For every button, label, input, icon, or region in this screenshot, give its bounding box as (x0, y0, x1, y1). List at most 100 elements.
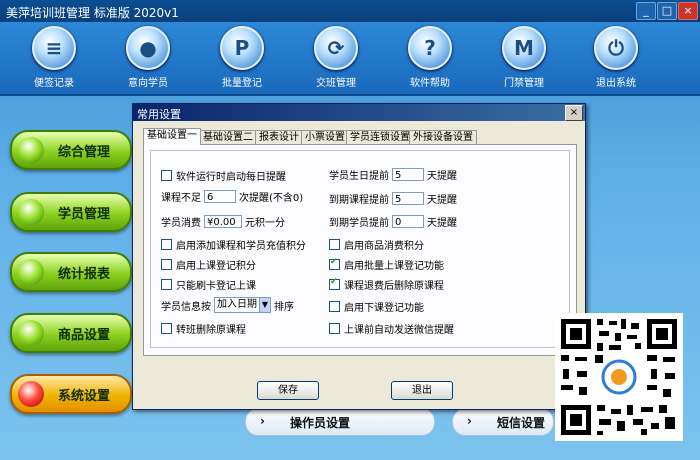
tool-note[interactable]: ≡ 便签记录 (18, 26, 90, 89)
end-class-option[interactable]: 启用下课登记功能 (329, 299, 424, 314)
option-label: 只能刷卡登记上课 (176, 281, 256, 292)
sms-settings-card[interactable]: › 短信设置 (452, 408, 554, 436)
tool-help[interactable]: ? 软件帮助 (394, 26, 466, 89)
tool-label: 门禁管理 (504, 78, 544, 89)
tool-label: 意向学员 (128, 78, 168, 89)
sort-suffix: 排序 (274, 301, 294, 313)
wechat-option[interactable]: 上课前自动发送微信提醒 (329, 321, 454, 336)
sort-select[interactable]: 加入日期 ▼ (214, 297, 271, 313)
checkbox[interactable] (329, 239, 340, 250)
checkbox-checked[interactable] (329, 257, 340, 270)
class-points-option[interactable]: 启用上课登记积分 (161, 257, 256, 272)
green-dot-icon (18, 259, 44, 285)
dialog-title-bar: 常用设置 × (133, 104, 585, 121)
restore-button[interactable]: □ (657, 2, 677, 20)
sidebar-item-label: 系统设置 (58, 389, 111, 404)
tool-label: 批量登记 (222, 78, 262, 89)
startup-remind-option[interactable]: 软件运行时启动每日提醒 (161, 168, 286, 183)
sidebar-item-system[interactable]: 系统设置 (10, 374, 132, 414)
birthday-prefix: 学员生日提前 (329, 171, 389, 182)
close-button[interactable]: × (678, 2, 698, 20)
operator-settings-card[interactable]: › 操作员设置 (245, 408, 435, 436)
sms-settings-label: 短信设置 (497, 416, 546, 430)
note-icon: ≡ (32, 26, 76, 70)
person-icon: ● (126, 26, 170, 70)
student-expire-prefix: 到期学员提前 (329, 218, 389, 229)
refund-delete-option[interactable]: 课程退费后删除原课程 (329, 277, 444, 292)
settings-group: 软件运行时启动每日提醒 课程不足 6 次提醒(不含0) 学员消费 ¥0.00 元… (150, 150, 570, 348)
option-label: 课程退费后删除原课程 (344, 281, 444, 292)
checkbox[interactable] (161, 170, 172, 181)
sidebar-item-label: 商品设置 (58, 328, 111, 343)
course-low-input[interactable]: 6 (204, 190, 236, 203)
tool-batch[interactable]: P 批量登记 (206, 26, 278, 89)
tab-receipt[interactable]: 小票设置 (301, 130, 349, 144)
consume-prefix: 学员消费 (161, 218, 201, 229)
tool-prospect[interactable]: ● 意向学员 (112, 26, 184, 89)
checkbox[interactable] (161, 323, 172, 334)
sidebar-item-goods[interactable]: 商品设置 (10, 313, 132, 353)
chevron-right-icon: › (260, 414, 265, 428)
option-label: 启用上课登记积分 (176, 261, 256, 272)
p-icon: P (220, 26, 264, 70)
tool-label: 软件帮助 (410, 78, 450, 89)
birthday-input[interactable]: 5 (392, 168, 424, 181)
tool-access[interactable]: M 门禁管理 (488, 26, 560, 89)
sidebar-item-general[interactable]: 综合管理 (10, 130, 132, 170)
option-label: 转班删除原课程 (176, 325, 246, 336)
sort-setting: 学员信息按 加入日期 ▼ 排序 (161, 297, 294, 313)
checkbox[interactable] (329, 301, 340, 312)
qr-code-icon (555, 313, 683, 441)
tool-exit[interactable]: ⏻ 退出系统 (580, 26, 652, 89)
tool-label: 退出系统 (596, 78, 636, 89)
course-low-prefix: 课程不足 (161, 193, 201, 204)
card-only-option[interactable]: 只能刷卡登记上课 (161, 277, 256, 292)
course-expire-prefix: 到期课程提前 (329, 195, 389, 206)
green-dot-icon (18, 199, 44, 225)
course-low-setting: 课程不足 6 次提醒(不含0) (161, 189, 303, 204)
tool-shift[interactable]: ⟳ 交班管理 (300, 26, 372, 89)
course-expire-setting: 到期课程提前 5 天提醒 (329, 191, 457, 206)
red-dot-icon (18, 381, 44, 407)
tab-report[interactable]: 报表设计 (255, 130, 303, 144)
batch-register-option[interactable]: 启用批量上课登记功能 (329, 257, 444, 272)
operator-settings-label: 操作员设置 (290, 416, 351, 430)
goods-points-option[interactable]: 启用商品消费积分 (329, 237, 424, 252)
sidebar-item-label: 学员管理 (58, 207, 111, 222)
dialog-close-button[interactable]: × (565, 105, 583, 121)
tab-devices[interactable]: 外接设备设置 (409, 130, 477, 144)
course-expire-suffix: 天提醒 (427, 195, 457, 206)
sidebar-item-label: 综合管理 (58, 145, 111, 160)
m-icon: M (502, 26, 546, 70)
course-low-suffix: 次提醒(不含0) (239, 193, 304, 204)
option-label: 启用下课登记功能 (344, 303, 424, 314)
tool-label: 交班管理 (316, 78, 356, 89)
exit-button[interactable]: 退出 (391, 381, 453, 400)
minimize-button[interactable]: _ (636, 2, 656, 20)
qr-code-image (555, 313, 683, 441)
sidebar-item-label: 统计报表 (58, 267, 111, 282)
consume-setting: 学员消费 ¥0.00 元积一分 (161, 214, 285, 229)
checkbox[interactable] (161, 259, 172, 270)
checkbox-checked[interactable] (329, 277, 340, 290)
enable-points-option[interactable]: 启用添加课程和学员充值积分 (161, 237, 306, 252)
birthday-suffix: 天提醒 (427, 171, 457, 182)
checkbox[interactable] (161, 279, 172, 290)
option-label: 上课前自动发送微信提醒 (344, 325, 454, 336)
sidebar-item-students[interactable]: 学员管理 (10, 192, 132, 232)
consume-suffix: 元积一分 (245, 218, 285, 229)
sidebar-item-reports[interactable]: 统计报表 (10, 252, 132, 292)
option-label: 软件运行时启动每日提醒 (176, 172, 286, 183)
save-button[interactable]: 保存 (257, 381, 319, 400)
checkbox[interactable] (161, 239, 172, 250)
course-expire-input[interactable]: 5 (392, 192, 424, 205)
transfer-delete-option[interactable]: 转班删除原课程 (161, 321, 246, 336)
tab-basic-1[interactable]: 基础设置一 (143, 128, 201, 145)
birthday-setting: 学员生日提前 5 天提醒 (329, 167, 457, 182)
option-label: 启用批量上课登记功能 (344, 261, 444, 272)
tab-basic-2[interactable]: 基础设置二 (199, 130, 257, 144)
checkbox[interactable] (329, 323, 340, 334)
consume-input[interactable]: ¥0.00 (204, 215, 242, 228)
student-expire-input[interactable]: 0 (392, 215, 424, 228)
tab-chain[interactable]: 学员连锁设置 (346, 130, 414, 144)
